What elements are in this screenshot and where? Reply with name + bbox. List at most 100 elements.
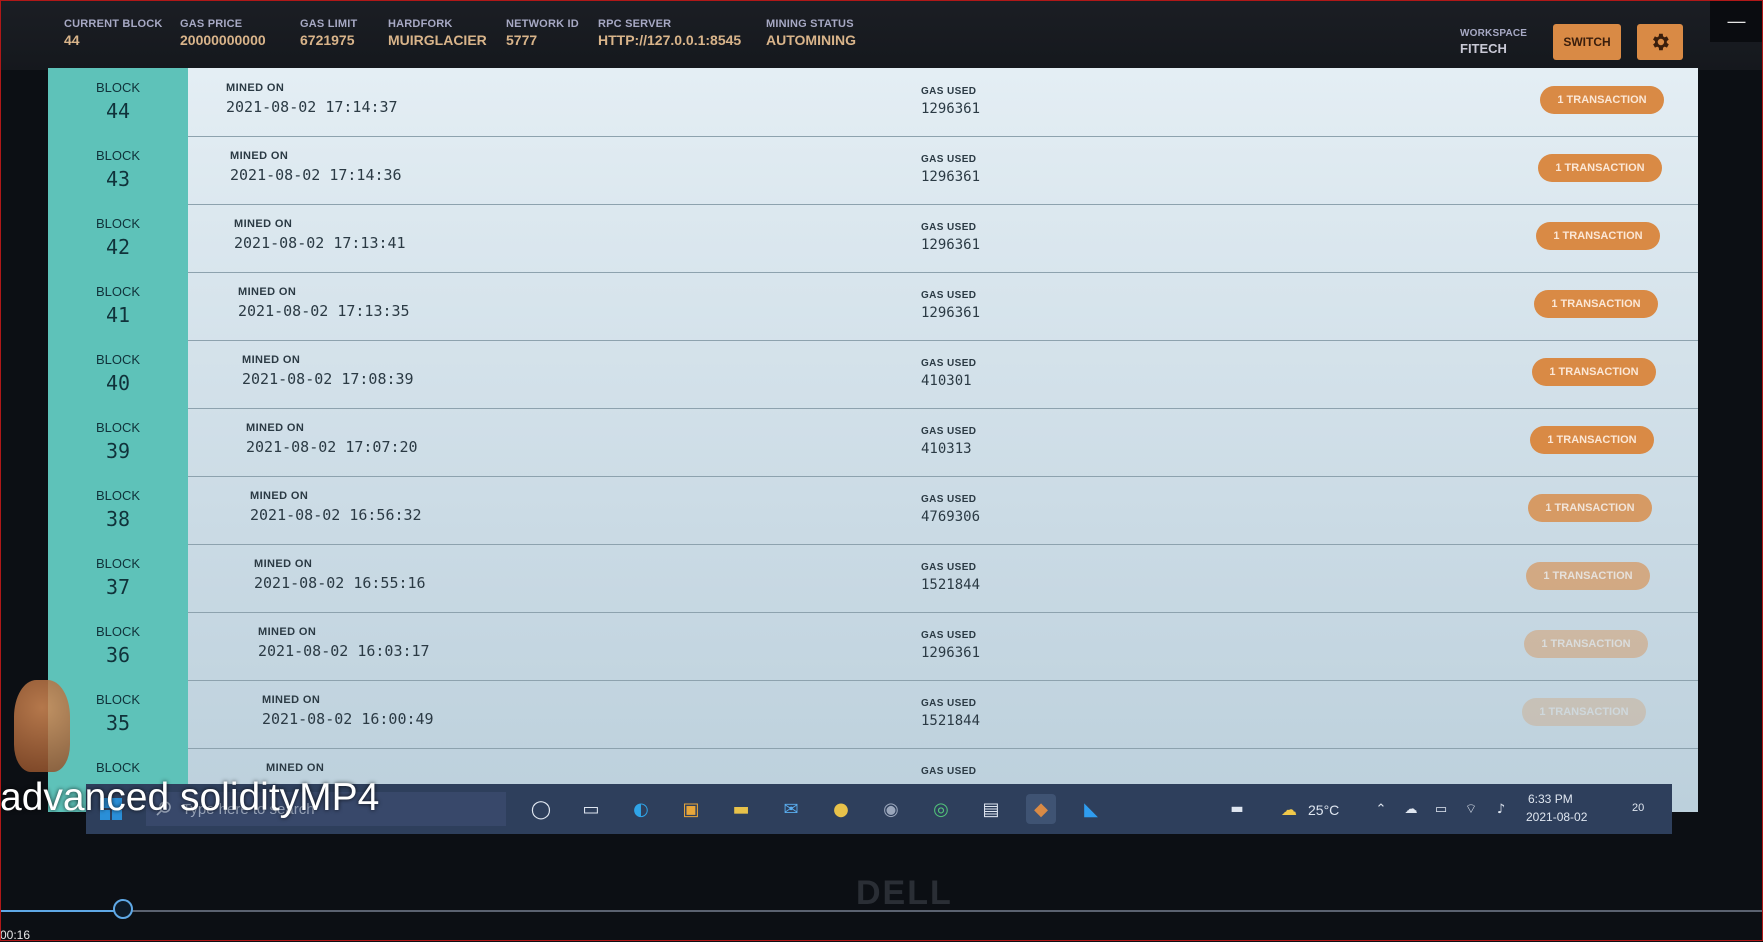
notification-count[interactable]: 20: [1632, 802, 1644, 814]
block-row[interactable]: BLOCK 40 MINED ON 2021-08-02 17:08:39 GA…: [48, 340, 1698, 409]
gas-used: GAS USED: [921, 766, 976, 781]
block-number: 38: [105, 507, 131, 531]
mined-on-label: MINED ON: [230, 150, 289, 162]
clock-date[interactable]: 2021-08-02: [1526, 810, 1587, 824]
chrome-icon[interactable]: ●: [826, 794, 856, 824]
mined-on: MINED ON 2021-08-02 17:14:37: [226, 82, 398, 116]
stat-value: 5777: [506, 32, 538, 48]
transactions-button[interactable]: 1 TRANSACTION: [1536, 222, 1660, 250]
block-label: BLOCK: [95, 148, 141, 163]
stat-label: MINING STATUS: [766, 18, 854, 30]
file-explorer-icon[interactable]: ▬: [726, 794, 756, 824]
mined-on-value: 2021-08-02 17:14:37: [226, 98, 398, 116]
block-number: 36: [105, 643, 131, 667]
app-icon[interactable]: ◉: [876, 794, 906, 824]
minimize-button[interactable]: —: [1710, 0, 1763, 42]
chevron-up-icon[interactable]: ⌃: [1366, 794, 1396, 824]
block-row[interactable]: BLOCK 36 MINED ON 2021-08-02 16:03:17 GA…: [48, 612, 1698, 681]
block-number-cell: BLOCK 38: [48, 476, 188, 544]
workspace-label: WORKSPACE: [1460, 28, 1528, 39]
dell-logo: DELL: [856, 874, 953, 912]
ganache-icon[interactable]: ◆: [1026, 794, 1056, 824]
gas-used-label: GAS USED: [921, 426, 977, 437]
video-title: advanced solidityMP4: [0, 776, 380, 819]
block-row[interactable]: BLOCK 44 MINED ON 2021-08-02 17:14:37 GA…: [48, 68, 1698, 137]
block-row[interactable]: BLOCK 38 MINED ON 2021-08-02 16:56:32 GA…: [48, 476, 1698, 545]
gas-used: GAS USED 1296361: [921, 154, 980, 185]
mined-on-label: MINED ON: [262, 694, 321, 706]
mined-on-label: MINED ON: [238, 286, 297, 298]
transactions-button[interactable]: 1 TRANSACTION: [1524, 630, 1648, 658]
battery-icon[interactable]: ▭: [1426, 794, 1456, 824]
gas-used-label: GAS USED: [921, 766, 977, 777]
gas-used-value: 1296361: [921, 237, 981, 253]
block-label: BLOCK: [95, 216, 141, 231]
block-row[interactable]: BLOCK 43 MINED ON 2021-08-02 17:14:36 GA…: [48, 136, 1698, 205]
cloud-icon[interactable]: ☁: [1396, 794, 1426, 824]
store-icon[interactable]: ▣: [676, 794, 706, 824]
volume-icon[interactable]: ♪: [1486, 794, 1516, 824]
block-row[interactable]: BLOCK 39 MINED ON 2021-08-02 17:07:20 GA…: [48, 408, 1698, 477]
block-number: 42: [105, 235, 131, 259]
settings-button[interactable]: [1637, 24, 1683, 60]
ganache-header: CURRENT BLOCK 44 GAS PRICE 20000000000 G…: [0, 0, 1763, 70]
transactions-button[interactable]: 1 TRANSACTION: [1526, 562, 1650, 590]
gas-used-value: 410301: [921, 373, 972, 389]
mined-on-label: MINED ON: [242, 354, 301, 366]
transactions-button[interactable]: 1 TRANSACTION: [1530, 426, 1654, 454]
mined-on-value: 2021-08-02 17:13:41: [234, 234, 406, 252]
mined-on-label: MINED ON: [266, 762, 325, 774]
photos-icon[interactable]: ▤: [976, 794, 1006, 824]
mined-on: MINED ON 2021-08-02 16:55:16: [254, 558, 426, 592]
stat-label: CURRENT BLOCK: [64, 18, 163, 30]
block-row[interactable]: BLOCK 41 MINED ON 2021-08-02 17:13:35 GA…: [48, 272, 1698, 341]
block-label: BLOCK: [95, 556, 141, 571]
video-progress-bar[interactable]: [0, 910, 1763, 912]
clock-time[interactable]: 6:33 PM: [1528, 792, 1573, 806]
block-number-cell: BLOCK 37: [48, 544, 188, 612]
mail-icon[interactable]: ✉: [776, 794, 806, 824]
gas-used: GAS USED 1521844: [921, 562, 980, 593]
block-label: BLOCK: [95, 284, 141, 299]
task-view-icon[interactable]: ▭: [576, 794, 606, 824]
stat-label: GAS PRICE: [180, 18, 243, 30]
gas-used: GAS USED 4769306: [921, 494, 980, 525]
cortana-icon[interactable]: ◯: [526, 794, 556, 824]
gas-used-label: GAS USED: [921, 630, 977, 641]
mined-on-label: MINED ON: [254, 558, 313, 570]
transactions-button[interactable]: 1 TRANSACTION: [1534, 290, 1658, 318]
mined-on: MINED ON 2021-08-02 17:08:39: [242, 354, 414, 388]
stat-rpc-server: RPC SERVER HTTP://127.0.0.1:8545: [598, 18, 741, 48]
transactions-button[interactable]: 1 TRANSACTION: [1540, 86, 1664, 114]
blocks-list: BLOCK 44 MINED ON 2021-08-02 17:14:37 GA…: [48, 68, 1698, 812]
language-bar-icon[interactable]: ▬: [1222, 794, 1252, 824]
video-progress-knob[interactable]: [113, 899, 134, 919]
stat-value: 6721975: [300, 32, 355, 48]
gas-used-value: 410313: [921, 441, 972, 457]
stat-label: HARDFORK: [388, 18, 453, 30]
block-row[interactable]: BLOCK 35 MINED ON 2021-08-02 16:00:49 GA…: [48, 680, 1698, 749]
video-timecode: 00:16: [0, 928, 31, 942]
stat-value: HTTP://127.0.0.1:8545: [598, 32, 742, 48]
weather-icon[interactable]: ☁: [1274, 794, 1304, 824]
wifi-icon[interactable]: ⌔: [1456, 794, 1486, 824]
stat-hardfork: HARDFORK MUIRGLACIER: [388, 18, 487, 48]
vscode-icon[interactable]: ◣: [1076, 794, 1106, 824]
gas-used-value: 1521844: [921, 577, 981, 593]
app-icon[interactable]: ◎: [926, 794, 956, 824]
block-label: BLOCK: [95, 352, 141, 367]
gas-used: GAS USED 1296361: [921, 86, 980, 117]
block-row[interactable]: BLOCK 37 MINED ON 2021-08-02 16:55:16 GA…: [48, 544, 1698, 613]
gas-used-value: 1296361: [921, 169, 981, 185]
mined-on-label: MINED ON: [258, 626, 317, 638]
edge-icon[interactable]: ◐: [626, 794, 656, 824]
transactions-button[interactable]: 1 TRANSACTION: [1538, 154, 1662, 182]
transactions-button[interactable]: 1 TRANSACTION: [1532, 358, 1656, 386]
block-number: 40: [105, 371, 131, 395]
switch-workspace-button[interactable]: SWITCH: [1553, 24, 1621, 60]
block-row[interactable]: BLOCK 42 MINED ON 2021-08-02 17:13:41 GA…: [48, 204, 1698, 273]
transactions-button[interactable]: 1 TRANSACTION: [1522, 698, 1646, 726]
transactions-button[interactable]: 1 TRANSACTION: [1528, 494, 1652, 522]
gas-used-label: GAS USED: [921, 562, 977, 573]
weather-temperature: 25°C: [1308, 802, 1340, 818]
